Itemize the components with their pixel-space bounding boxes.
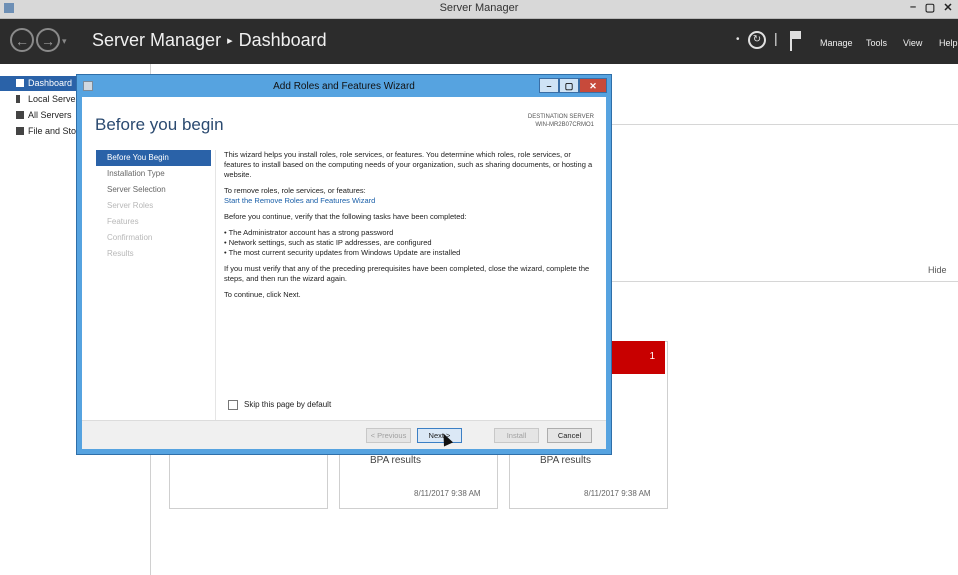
dashboard-icon [16, 79, 24, 87]
list-item: Network settings, such as static IP addr… [224, 238, 596, 248]
destination-server-name: WIN-MR2B07CRMO1 [535, 122, 594, 128]
dot-icon: • [736, 34, 740, 45]
step-results: Results [107, 249, 134, 258]
step-before-you-begin[interactable]: Before You Begin [96, 150, 211, 166]
bpa-results-label[interactable]: BPA results [370, 455, 421, 466]
verify-text: Before you continue, verify that the fol… [224, 212, 467, 221]
storage-icon [16, 127, 24, 135]
list-item: The Administrator account has a strong p… [224, 228, 596, 238]
step-server-selection[interactable]: Server Selection [96, 182, 211, 198]
cancel-button[interactable]: Cancel [547, 428, 592, 443]
sidebar-item-label: Dashboard [28, 78, 73, 88]
tile-timestamp: 8/11/2017 9:38 AM [584, 489, 651, 498]
add-roles-wizard-dialog: Add Roles and Features Wizard – ▢ ✕ Befo… [76, 74, 612, 455]
step-installation-type[interactable]: Installation Type [96, 166, 211, 182]
step-server-roles: Server Roles [107, 201, 154, 210]
breadcrumb-separator: ▸ [227, 35, 233, 47]
skip-page-checkbox[interactable] [228, 400, 238, 410]
previous-button[interactable]: < Previous [366, 428, 411, 443]
minimize-button[interactable]: – [906, 1, 920, 13]
breadcrumb-page: Dashboard [238, 30, 327, 50]
chevron-down-icon[interactable]: ▾ [62, 36, 67, 47]
divider [215, 150, 216, 420]
hide-link[interactable]: Hide [928, 265, 947, 275]
install-button[interactable]: Install [494, 428, 539, 443]
server-icon [16, 95, 20, 103]
servers-icon [16, 111, 24, 119]
menu-help[interactable]: Help [939, 38, 958, 48]
window-title: Server Manager [439, 2, 519, 14]
dialog-minimize-button[interactable]: – [539, 78, 559, 93]
sidebar-item-label: All Servers [28, 110, 72, 120]
dialog-body: Before you begin DESTINATION SERVER WIN-… [82, 97, 606, 449]
maximize-button[interactable]: ▢ [922, 1, 938, 14]
destination-server-info: DESTINATION SERVER WIN-MR2B07CRMO1 [528, 113, 594, 129]
task-list: The Administrator account has a strong p… [224, 228, 596, 258]
dialog-title: Add Roles and Features Wizard [273, 81, 415, 92]
divider [608, 124, 958, 125]
menu-tools[interactable]: Tools [866, 38, 887, 48]
menu-view[interactable]: View [903, 38, 922, 48]
prereq-text: If you must verify that any of the prece… [224, 264, 590, 283]
remove-text: To remove roles, role services, or featu… [224, 186, 366, 195]
dialog-maximize-button[interactable]: ▢ [559, 78, 579, 93]
continue-text: To continue, click Next. [224, 290, 301, 299]
menu-manage[interactable]: Manage [820, 38, 853, 48]
skip-page-option[interactable]: Skip this page by default [228, 400, 331, 410]
sidebar-item-label: Local Server [28, 94, 79, 104]
step-confirmation: Confirmation [107, 233, 153, 242]
close-button[interactable]: ✕ [940, 1, 956, 14]
list-item: The most current security updates from W… [224, 248, 596, 258]
app-header: ← → ▾ Server Manager ▸ Dashboard • ↻ | Man… [0, 19, 958, 64]
divider [608, 281, 958, 282]
page-heading: Before you begin [95, 115, 224, 134]
divider: | [774, 30, 778, 46]
wizard-content: This wizard helps you install roles, rol… [224, 150, 596, 306]
destination-label: DESTINATION SERVER [527, 114, 594, 120]
alert-count-badge: 1 [649, 351, 655, 362]
remove-wizard-link[interactable]: Start the Remove Roles and Features Wiza… [224, 196, 596, 206]
breadcrumb: Server Manager ▸ Dashboard [92, 30, 327, 51]
dialog-close-button[interactable]: ✕ [579, 78, 607, 93]
step-features: Features [107, 217, 139, 226]
wizard-steps: Before You Begin Installation Type Serve… [96, 150, 211, 262]
refresh-icon[interactable]: ↻ [748, 31, 766, 49]
notifications-flag-icon[interactable] [790, 31, 801, 51]
tile-timestamp: 8/11/2017 9:38 AM [414, 489, 481, 498]
intro-text: This wizard helps you install roles, rol… [224, 150, 593, 179]
forward-arrow-icon[interactable]: → [36, 28, 60, 52]
window-titlebar: Server Manager – ▢ ✕ [0, 0, 958, 19]
wizard-footer: < Previous Next > Install Cancel [82, 420, 606, 449]
breadcrumb-app[interactable]: Server Manager [92, 30, 221, 50]
skip-page-label: Skip this page by default [244, 400, 332, 410]
back-arrow-icon[interactable]: ← [10, 28, 34, 52]
bpa-results-label[interactable]: BPA results [540, 455, 591, 466]
